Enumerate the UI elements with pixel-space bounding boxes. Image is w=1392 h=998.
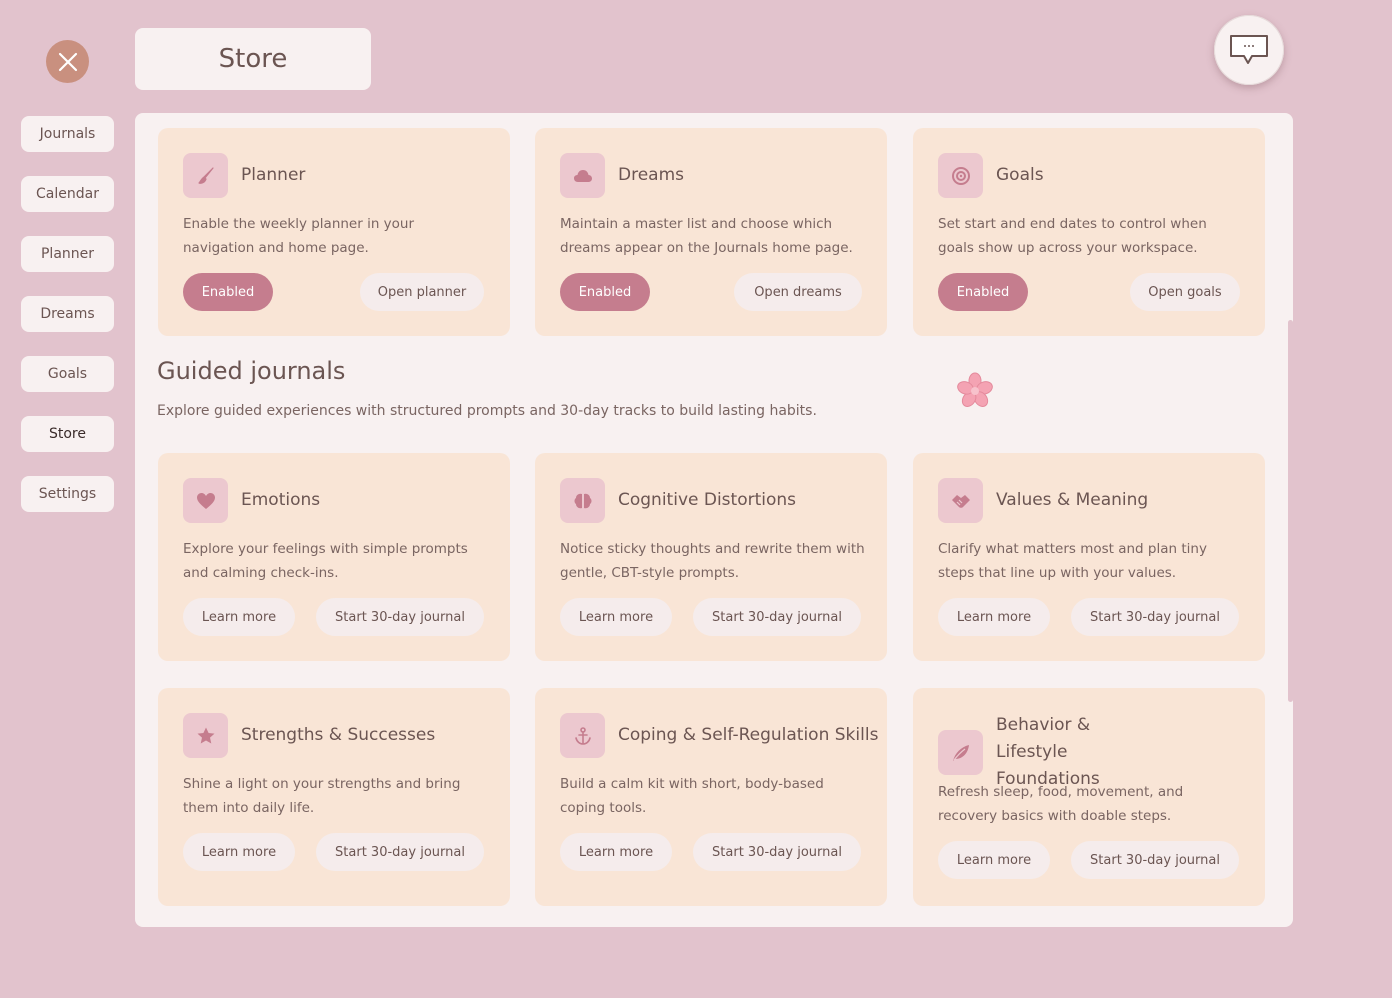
learn-more-button[interactable]: Learn more [560,833,672,871]
open-goals-button[interactable]: Open goals [1130,273,1240,311]
feature-card-goals: Goals Set start and end dates to control… [913,128,1265,336]
card-title: Goals [996,165,1044,185]
card-description: Clarify what matters most and plan tiny … [938,541,1207,581]
store-panel: Planner Enable the weekly planner in you… [135,113,1293,927]
journal-card-emotions: Emotions Explore your feelings with simp… [158,453,510,661]
sidebar-item-journals[interactable]: Journals [21,116,114,152]
heart-icon [183,478,228,523]
learn-more-button[interactable]: Learn more [560,598,672,636]
target-icon [938,153,983,198]
learn-more-button[interactable]: Learn more [938,841,1050,879]
section-title: Guided journals [157,357,346,385]
journal-card-values-meaning: Values & Meaning Clarify what matters mo… [913,453,1265,661]
start-journal-button[interactable]: Start 30-day journal [316,833,484,871]
leaf-icon [938,730,983,775]
sidebar-item-planner[interactable]: Planner [21,236,114,272]
card-title: Values & Meaning [996,490,1149,510]
card-title: Dreams [618,165,684,185]
card-title: Strengths & Successes [241,725,436,745]
open-planner-button[interactable]: Open planner [360,273,484,311]
chat-button[interactable] [1214,15,1284,85]
handshake-icon [938,478,983,523]
section-description: Explore guided experiences with structur… [157,403,817,419]
enabled-toggle-button[interactable]: Enabled [938,273,1028,311]
feature-card-dreams: Dreams Maintain a master list and choose… [535,128,887,336]
brush-icon [183,153,228,198]
learn-more-button[interactable]: Learn more [938,598,1050,636]
sidebar-item-dreams[interactable]: Dreams [21,296,114,332]
sidebar-item-goals[interactable]: Goals [21,356,114,392]
start-journal-button[interactable]: Start 30-day journal [693,598,861,636]
sidebar-item-store[interactable]: Store [21,416,114,452]
sidebar: Journals Calendar Planner Dreams Goals S… [21,116,114,536]
page-title: Store [135,28,371,90]
card-description: Notice sticky thoughts and rewrite them … [560,541,865,581]
star-icon [183,713,228,758]
enabled-toggle-button[interactable]: Enabled [183,273,273,311]
feature-card-planner: Planner Enable the weekly planner in you… [158,128,510,336]
learn-more-button[interactable]: Learn more [183,833,295,871]
start-journal-button[interactable]: Start 30-day journal [693,833,861,871]
start-journal-button[interactable]: Start 30-day journal [316,598,484,636]
flower-icon [957,372,993,407]
card-title: Emotions [241,490,321,510]
card-title: Cognitive Distortions [618,490,797,510]
sidebar-item-settings[interactable]: Settings [21,476,114,512]
start-journal-button[interactable]: Start 30-day journal [1071,841,1239,879]
card-title: Coping & Self-Regulation Skills [618,725,879,745]
anchor-icon [560,713,605,758]
close-button[interactable] [46,40,89,83]
close-icon [58,52,77,71]
journal-card-strengths-successes: Strengths & Successes Shine a light on y… [158,688,510,906]
sidebar-item-calendar[interactable]: Calendar [21,176,114,212]
journal-card-behavior-lifestyle: Behavior & Lifestyle Foundations Refresh… [913,688,1265,906]
card-description: Build a calm kit with short, body-based … [560,776,824,816]
card-description: Refresh sleep, food, movement, and recov… [938,784,1184,824]
start-journal-button[interactable]: Start 30-day journal [1071,598,1239,636]
enabled-toggle-button[interactable]: Enabled [560,273,650,311]
card-description: Enable the weekly planner in your naviga… [183,216,415,256]
scrollbar[interactable] [1288,320,1293,702]
journal-card-coping-skills: Coping & Self-Regulation Skills Build a … [535,688,887,906]
cloud-icon [560,153,605,198]
card-description: Set start and end dates to control when … [938,216,1207,256]
learn-more-button[interactable]: Learn more [183,598,295,636]
brain-icon [560,478,605,523]
card-description: Explore your feelings with simple prompt… [183,541,468,581]
journal-card-cognitive-distortions: Cognitive Distortions Notice sticky thou… [535,453,887,661]
card-title: Planner [241,165,306,185]
chat-bubble-icon [1230,35,1268,64]
open-dreams-button[interactable]: Open dreams [734,273,862,311]
card-description: Shine a light on your strengths and brin… [183,776,461,816]
card-description: Maintain a master list and choose which … [560,216,853,256]
